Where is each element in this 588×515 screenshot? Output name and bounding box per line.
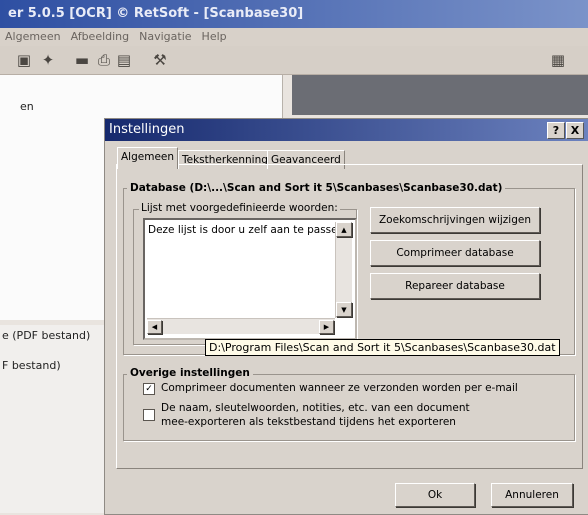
dialog-title-bar: Instellingen — [105, 119, 588, 141]
app-title-bar: er 5.0.5 [OCR] © RetSoft - [Scanbase30] — [0, 0, 588, 28]
open-folder-icon[interactable]: ▣ — [14, 50, 34, 70]
help-button[interactable]: ? — [547, 122, 565, 139]
menu-help[interactable]: Help — [197, 28, 232, 46]
other-settings-label: Overige instellingen — [127, 367, 253, 379]
compress-email-checkbox[interactable]: ✓ — [143, 383, 155, 395]
app-title: er 5.0.5 [OCR] © RetSoft - [Scanbase30] — [8, 6, 304, 21]
scroll-left-icon[interactable]: ◀ — [147, 320, 162, 334]
print-icon[interactable]: ⎙ — [94, 50, 114, 70]
vertical-scrollbar[interactable]: ▲ ▼ — [335, 222, 352, 318]
edit-search-descriptions-button[interactable]: Zoekomschrijvingen wijzigen — [370, 207, 540, 233]
scan-icon[interactable]: ▬ — [72, 50, 92, 70]
scroll-right-icon[interactable]: ▶ — [319, 320, 334, 334]
tab-algemeen[interactable]: Algemeen — [117, 147, 179, 169]
save-icon[interactable]: ▤ — [114, 50, 134, 70]
compress-email-label: Comprimeer documenten wanneer ze verzond… — [161, 382, 518, 394]
app-menubar: Algemeen Afbeelding Navigatie Help — [0, 28, 588, 46]
wordlist-label: Lijst met voorgedefinieerde woorden: — [139, 202, 340, 214]
scroll-down-icon[interactable]: ▼ — [336, 302, 352, 317]
dialog-title: Instellingen — [109, 122, 185, 137]
lower-item-1[interactable]: e (PDF bestand) — [2, 329, 90, 342]
ok-button[interactable]: Ok — [395, 483, 475, 507]
path-tooltip: D:\Program Files\Scan and Sort it 5\Scan… — [205, 339, 560, 356]
menu-afbeelding[interactable]: Afbeelding — [66, 28, 135, 46]
export-text-checkbox[interactable] — [143, 409, 155, 421]
close-button[interactable]: X — [566, 122, 584, 139]
menu-algemeen[interactable]: Algemeen — [0, 28, 66, 46]
paste-icon[interactable]: ▦ — [548, 50, 568, 70]
wordlist-box[interactable]: Deze lijst is door u zelf aan te passen … — [143, 218, 357, 340]
cancel-button[interactable]: Annuleren — [491, 483, 573, 507]
app-right-panel — [292, 75, 588, 115]
horizontal-scrollbar[interactable]: ◀ ▶ — [147, 318, 335, 334]
tool-icon[interactable]: ⚒ — [150, 50, 170, 70]
menu-navigatie[interactable]: Navigatie — [134, 28, 196, 46]
repair-database-button[interactable]: Repareer database — [370, 273, 540, 299]
export-text-label-line2: mee-exporteren als tekstbestand tijdens … — [161, 416, 456, 428]
export-text-label-line1: De naam, sleutelwoorden, notities, etc. … — [161, 402, 470, 414]
database-group-label: Database (D:\...\Scan and Sort it 5\Scan… — [127, 182, 506, 194]
new-folder-icon[interactable]: ✦ — [38, 50, 58, 70]
settings-dialog: Instellingen ? X Algemeen Tekstherkennin… — [104, 118, 588, 515]
app-lower-panel: e (PDF bestand) F bestand) — [0, 325, 104, 513]
left-panel-text: en — [20, 100, 34, 113]
compress-database-button[interactable]: Comprimeer database — [370, 240, 540, 266]
lower-item-2[interactable]: F bestand) — [2, 359, 61, 372]
wordlist-text: Deze lijst is door u zelf aan te passen — [148, 224, 345, 236]
scroll-up-icon[interactable]: ▲ — [336, 222, 352, 237]
